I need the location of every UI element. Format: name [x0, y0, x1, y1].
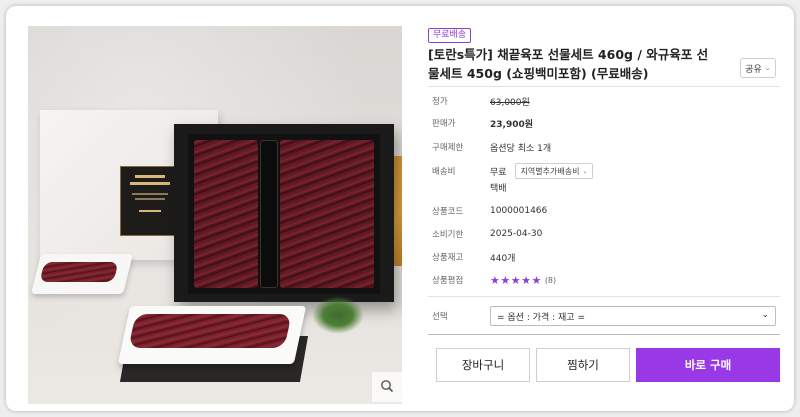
purchase-limit: 옵션당 최소 1개	[490, 143, 552, 154]
free-shipping-badge: 무료배송	[428, 28, 472, 43]
sale-price-row: 판매가 23,900원	[428, 114, 780, 132]
stock-label: 상품재고	[432, 253, 464, 263]
gift-box-label	[120, 166, 180, 236]
star-rating: ★★★★★	[490, 273, 542, 287]
stock-row: 상품재고 440개	[428, 248, 780, 266]
share-label: 공유	[745, 64, 762, 75]
product-image	[28, 26, 402, 404]
sale-price: 23,900원	[490, 119, 534, 130]
product-code-row: 상품코드 1000001466	[428, 202, 780, 220]
shipping-method: 택배	[490, 183, 507, 194]
divider	[428, 86, 780, 87]
expiry-row: 소비기한 2025-04-30	[428, 225, 780, 243]
add-to-cart-button[interactable]: 장바구니	[436, 348, 530, 382]
stock-count: 440개	[490, 253, 516, 264]
shipping-fee: 무료	[490, 167, 507, 178]
chevron-down-icon: ⌄	[764, 64, 771, 72]
product-code-label: 상품코드	[432, 207, 464, 217]
list-price-row: 정가 63,000원	[428, 92, 780, 110]
herb-garnish	[312, 296, 364, 334]
shipping-label: 배송비	[432, 167, 456, 177]
box-center-insert	[260, 140, 278, 288]
purchase-limit-label: 구매제한	[432, 143, 464, 153]
jerky-tray-right	[280, 140, 374, 288]
divider	[428, 296, 780, 297]
option-label: 선택	[432, 312, 448, 322]
review-count: (8)	[544, 275, 557, 285]
shipping-method-row: 택배	[428, 178, 780, 196]
jerky-on-small-plate	[39, 262, 119, 282]
product-card: 무료배송 [토란s특가] 채끝육포 선물세트 460g / 와규육포 선물세트 …	[6, 6, 794, 411]
chevron-down-icon: ⌄	[582, 167, 588, 175]
sale-price-label: 판매가	[432, 119, 456, 129]
product-code: 1000001466	[490, 206, 548, 216]
list-price: 63,000원	[490, 97, 530, 108]
list-price-label: 정가	[432, 97, 448, 107]
gift-box	[174, 124, 394, 302]
expiry-label: 소비기한	[432, 230, 464, 240]
chevron-down-icon: ⌄	[761, 310, 769, 320]
zoom-button[interactable]	[372, 372, 402, 402]
jerky-tray-left	[194, 140, 258, 288]
purchase-limit-row: 구매제한 옵션당 최소 1개	[428, 138, 780, 156]
buy-now-button[interactable]: 바로 구매	[636, 348, 780, 382]
rating-row: 상품평점 ★★★★★ (8)	[428, 271, 780, 289]
jerky-on-large-plate	[128, 314, 292, 348]
divider	[428, 334, 780, 335]
product-title: [토란s특가] 채끝육포 선물세트 460g / 와규육포 선물세트 450g …	[428, 47, 709, 81]
wishlist-button[interactable]: 찜하기	[536, 348, 630, 382]
share-button[interactable]: 공유 ⌄	[740, 58, 776, 78]
region-shipping-button[interactable]: 지역별추가배송비 ⌄	[514, 163, 594, 179]
magnifier-icon	[380, 378, 394, 397]
region-shipping-label: 지역별추가배송비	[520, 166, 580, 176]
option-select[interactable]: = 옵션 : 가격 : 재고 = ⌄	[490, 306, 776, 326]
product-info: 무료배송 [토란s특가] 채끝육포 선물세트 460g / 와규육포 선물세트 …	[428, 24, 780, 404]
option-select-value: = 옵션 : 가격 : 재고 =	[497, 312, 585, 323]
expiry-date: 2025-04-30	[490, 229, 543, 239]
rating-label: 상품평점	[432, 276, 464, 286]
